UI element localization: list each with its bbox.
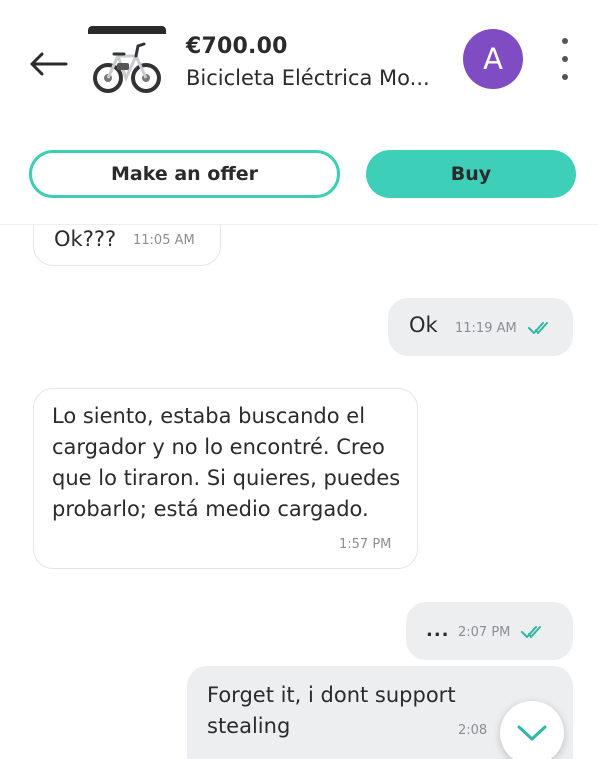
- message-bubble-incoming: Lo siento, estaba buscando el cargador y…: [33, 388, 418, 569]
- chat-header: €700.00 Bicicleta Eléctrica Mo... A: [0, 0, 598, 125]
- product-price: €700.00: [186, 34, 288, 59]
- message-text: Ok???: [54, 227, 117, 251]
- bicycle-image: [93, 42, 161, 93]
- message-time: 2:08 PM: [458, 723, 490, 738]
- message-text: Lo siento, estaba buscando el cargador y…: [52, 404, 401, 521]
- double-check-icon: [521, 625, 542, 638]
- message-bubble-outgoing: ... 2:07 PM: [406, 602, 573, 660]
- user-avatar[interactable]: A: [463, 29, 523, 89]
- more-vertical-icon-dot: [562, 38, 568, 44]
- action-bar: Make an offer Buy: [0, 124, 598, 225]
- message-time: 1:57 PM: [339, 537, 392, 552]
- double-check-icon: [527, 321, 548, 334]
- more-vertical-icon-dot: [562, 74, 568, 80]
- scroll-to-bottom-button[interactable]: [500, 701, 564, 759]
- message-bubble-incoming: Ok??? 11:05 AM: [33, 225, 221, 266]
- message-time: 2:07 PM: [458, 625, 511, 640]
- message-time: 11:05 AM: [133, 233, 195, 248]
- make-offer-button[interactable]: Make an offer: [29, 150, 340, 198]
- more-options-button[interactable]: [553, 38, 577, 80]
- product-thumbnail[interactable]: [88, 26, 166, 100]
- message-text: ...: [426, 620, 450, 641]
- avatar-letter: A: [483, 42, 503, 76]
- message-bubble-outgoing: Ok 11:19 AM: [388, 298, 573, 356]
- arrow-left-icon: [30, 52, 68, 76]
- chevron-down-icon: [517, 725, 547, 741]
- product-title[interactable]: Bicicleta Eléctrica Mo...: [186, 66, 458, 90]
- message-text: Ok: [409, 313, 438, 337]
- more-vertical-icon-dot: [562, 56, 568, 62]
- message-meta: 11:19 AM: [455, 317, 554, 336]
- back-button[interactable]: [26, 44, 70, 84]
- message-list[interactable]: Ok??? 11:05 AM Ok 11:19 AM Lo siento, es…: [0, 225, 598, 759]
- message-meta: 2:07 PM: [458, 621, 547, 640]
- thumbnail-status-bar: [88, 26, 166, 34]
- message-time: 11:19 AM: [455, 321, 517, 336]
- buy-button[interactable]: Buy: [366, 150, 576, 198]
